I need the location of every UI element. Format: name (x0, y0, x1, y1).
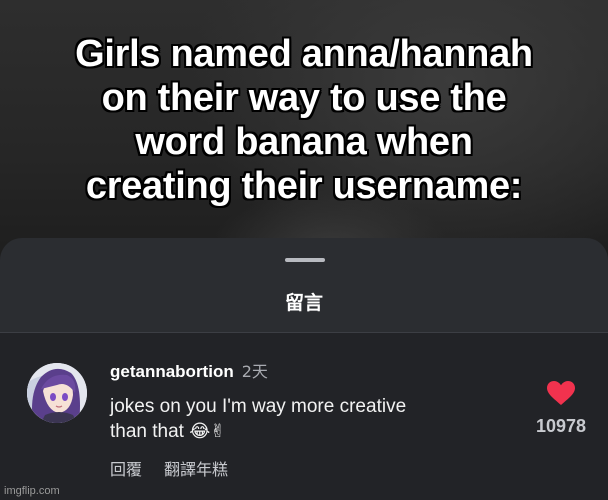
heart-icon (547, 381, 575, 405)
comment-text-line-2: than that 😂✌ (110, 419, 510, 444)
caption-line: word banana when (135, 121, 473, 163)
reply-button[interactable]: 回覆 (110, 460, 142, 479)
anime-avatar-icon (27, 363, 87, 423)
watermark: imgflip.com (4, 485, 60, 497)
comment-text-line: jokes on you I'm way more creative (110, 396, 407, 417)
comments-sheet: 留言 getannabortion 2天 jokes on you I'm wa… (0, 238, 608, 500)
screenshot: Girls named anna/hannah on their way to … (0, 0, 608, 500)
drag-handle[interactable] (285, 258, 325, 262)
caption-line: Girls named anna/hannah (75, 33, 533, 75)
caption-line: on their way to use the (101, 77, 507, 119)
like-button[interactable]: 10978 (528, 381, 594, 437)
comments-title: 留言 (284, 292, 323, 314)
video-frame[interactable]: Girls named anna/hannah on their way to … (0, 0, 608, 260)
avatar[interactable] (27, 363, 87, 423)
meme-caption: Girls named anna/hannah on their way to … (0, 32, 608, 208)
like-count: 10978 (535, 416, 587, 436)
comment-item: getannabortion 2天 jokes on you I'm way mo… (0, 333, 608, 500)
comment-header: getannabortion 2天 (110, 358, 268, 382)
comment-timestamp: 2天 (241, 362, 268, 381)
comment-text-end: than that (110, 421, 184, 442)
comment-body: jokes on you I'm way more creative than … (110, 394, 510, 444)
caption-line: creating their username: (85, 165, 523, 207)
username[interactable]: getannabortion (110, 362, 234, 381)
comment-actions: 回覆 翻譯年糕 (110, 456, 228, 480)
translate-button[interactable]: 翻譯年糕 (164, 460, 228, 479)
comment-emojis: 😂✌ (189, 421, 226, 442)
